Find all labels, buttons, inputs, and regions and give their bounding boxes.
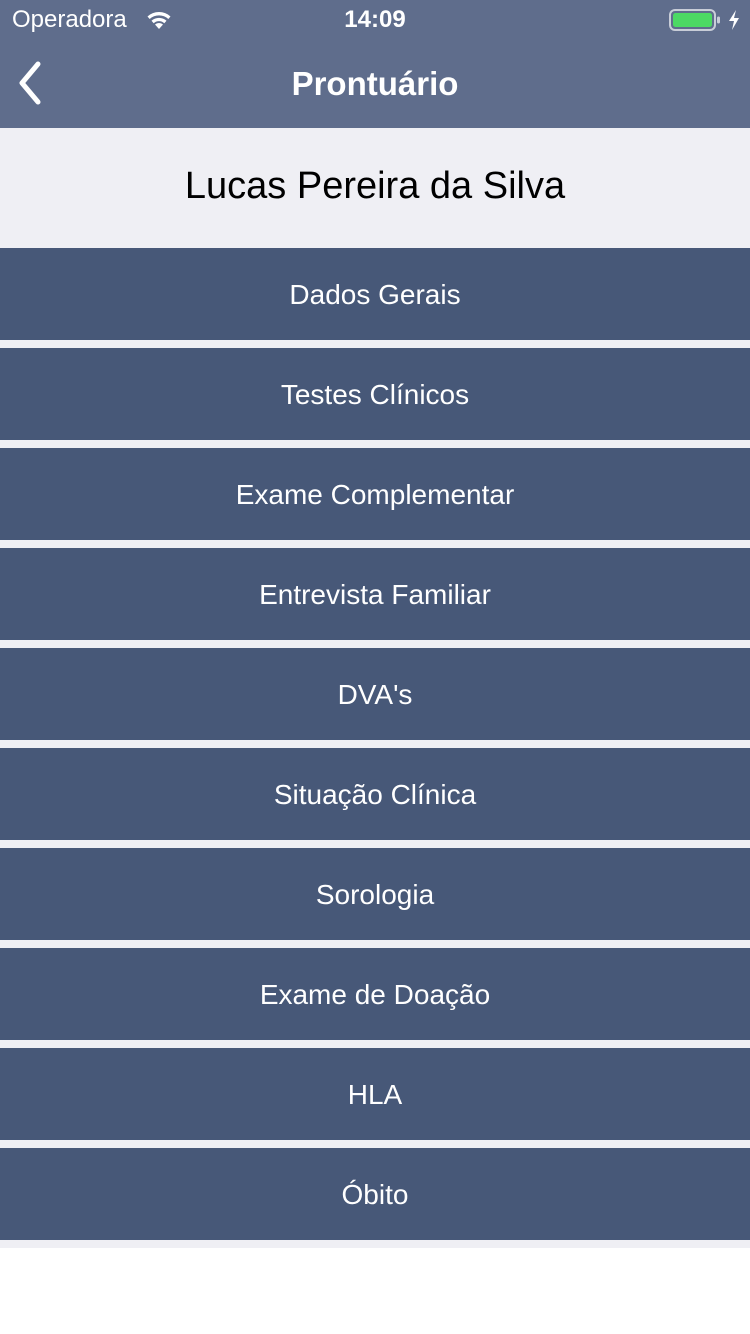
menu-item-hla[interactable]: HLA [0, 1048, 750, 1140]
menu-item-situacao-clinica[interactable]: Situação Clínica [0, 748, 750, 840]
menu-item-label: Exame Complementar [235, 479, 515, 510]
top-bar: Operadora 14:09 Prontuário [0, 0, 750, 128]
navigation-bar: Prontuário [0, 40, 750, 128]
menu-item-label: Exame de Doação [259, 979, 491, 1010]
menu-item-obito[interactable]: Óbito [0, 1148, 750, 1240]
screen: Operadora 14:09 Prontuário Lucas Pereira… [0, 0, 750, 1334]
menu-item-label: HLA [347, 1079, 403, 1110]
menu-item-exame-complementar[interactable]: Exame Complementar [0, 448, 750, 540]
menu-item-label: Sorologia [315, 879, 435, 910]
menu-item-label: Óbito [341, 1179, 409, 1210]
patient-header: Lucas Pereira da Silva [0, 128, 750, 248]
charging-bolt-icon [729, 10, 739, 30]
status-bar: Operadora 14:09 [0, 0, 750, 40]
battery-icon [669, 9, 720, 31]
menu-item-exame-de-doacao[interactable]: Exame de Doação [0, 948, 750, 1040]
patient-name: Lucas Pereira da Silva [184, 165, 566, 207]
menu-item-sorologia[interactable]: Sorologia [0, 848, 750, 940]
menu-item-label: Dados Gerais [289, 279, 461, 310]
menu-item-label: DVA's [337, 679, 413, 710]
menu-item-label: Testes Clínicos [280, 379, 470, 410]
page-title: Prontuário [291, 65, 459, 102]
menu-item-entrevista-familiar[interactable]: Entrevista Familiar [0, 548, 750, 640]
menu-item-label: Entrevista Familiar [259, 579, 491, 610]
menu-item-testes-clinicos[interactable]: Testes Clínicos [0, 348, 750, 440]
menu-item-dados-gerais[interactable]: Dados Gerais [0, 248, 750, 340]
menu-list: Dados Gerais Testes Clínicos Exame Compl… [0, 248, 750, 1248]
menu-item-label: Situação Clínica [273, 779, 477, 810]
menu-item-dvas[interactable]: DVA's [0, 648, 750, 740]
clock: 14:09 [344, 6, 406, 33]
